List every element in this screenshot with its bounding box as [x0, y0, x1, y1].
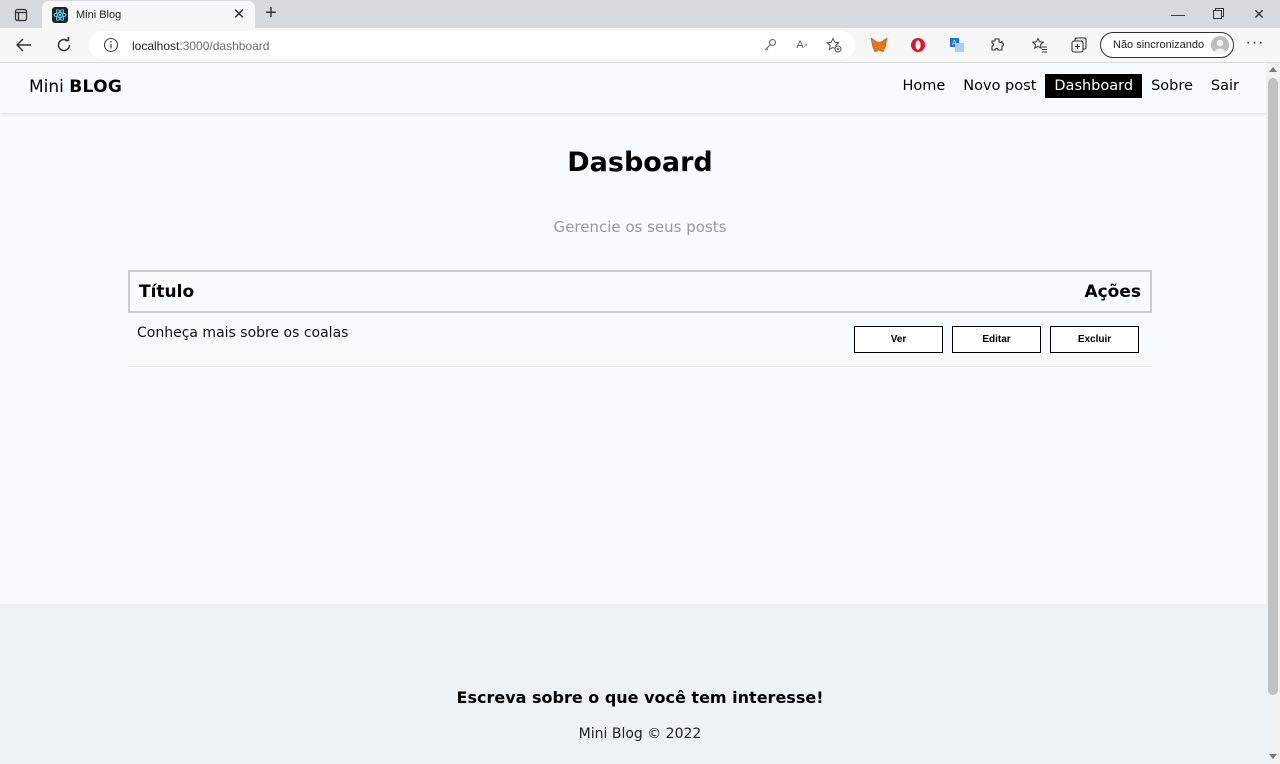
nav-home[interactable]: Home	[893, 74, 954, 98]
back-icon[interactable]	[11, 33, 37, 57]
nav-logout[interactable]: Sair	[1202, 74, 1248, 98]
refresh-icon[interactable]	[51, 33, 77, 57]
brand-bold-text: BLOG	[69, 77, 123, 97]
site-nav: Home Novo post Dashboard Sobre Sair	[893, 74, 1248, 98]
sync-status-label: Não sincronizando	[1113, 39, 1205, 51]
collections-icon[interactable]	[1070, 36, 1088, 54]
table-row: Conheça mais sobre os coalas Ver Editar …	[128, 313, 1152, 367]
restore-icon[interactable]	[1203, 3, 1233, 25]
extensions-icon[interactable]	[988, 36, 1006, 54]
profile-avatar-icon	[1211, 36, 1229, 54]
read-aloud-icon[interactable]: A»	[793, 37, 811, 53]
nav-dashboard[interactable]: Dashboard	[1045, 74, 1143, 98]
view-post-button[interactable]: Ver	[854, 326, 943, 353]
scroll-down-icon[interactable]	[1269, 754, 1277, 759]
tab-title: Mini Blog	[76, 8, 122, 21]
brand-light-text: Mini	[29, 77, 64, 97]
site-footer: Escreva sobre o que você tem interesse! …	[0, 604, 1266, 764]
opera-icon[interactable]	[909, 36, 927, 54]
edit-post-button[interactable]: Editar	[952, 326, 1041, 353]
metamask-icon[interactable]	[870, 36, 888, 54]
post-title: Conheça mais sobre os coalas	[137, 325, 349, 341]
favorites-icon[interactable]	[1031, 36, 1049, 54]
add-favorite-icon[interactable]	[825, 37, 843, 53]
column-header-actions: Ações	[1084, 282, 1141, 302]
page-viewport: Mini BLOG Home Novo post Dashboard Sobre…	[0, 63, 1266, 764]
footer-slogan: Escreva sobre o que você tem interesse!	[456, 688, 824, 707]
page-title: Dasboard	[567, 147, 713, 178]
browser-toolbar: localhost:3000/dashboard A» A Não sincro…	[0, 28, 1280, 63]
nav-about[interactable]: Sobre	[1142, 74, 1202, 98]
react-icon	[52, 6, 68, 23]
address-bar[interactable]: localhost:3000/dashboard A»	[89, 31, 855, 59]
page-scrollbar[interactable]	[1266, 63, 1280, 764]
column-header-title: Título	[139, 282, 195, 302]
key-icon[interactable]	[761, 37, 779, 53]
settings-more-icon[interactable]: ···	[1242, 33, 1268, 57]
close-tab-icon[interactable]: ✕	[231, 6, 247, 23]
svg-text:A: A	[952, 39, 957, 47]
close-window-icon[interactable]: ✕	[1244, 3, 1274, 25]
profile-sync-button[interactable]: Não sincronizando	[1100, 32, 1234, 58]
minimize-icon[interactable]: —	[1163, 3, 1193, 25]
page-subtitle: Gerencie os seus posts	[553, 218, 727, 236]
delete-post-button[interactable]: Excluir	[1050, 326, 1139, 353]
site-navbar: Mini BLOG Home Novo post Dashboard Sobre…	[0, 63, 1266, 113]
site-brand[interactable]: Mini BLOG	[29, 77, 122, 97]
posts-table-header: Título Ações	[128, 270, 1152, 313]
new-tab-icon[interactable]: +	[260, 3, 282, 25]
translate-icon[interactable]: A	[948, 36, 966, 54]
scroll-up-icon[interactable]	[1269, 67, 1277, 72]
footer-copyright: Mini Blog © 2022	[578, 726, 702, 742]
site-info-icon[interactable]	[103, 37, 119, 53]
tab-actions-icon[interactable]	[8, 5, 34, 25]
browser-tabstrip: Mini Blog ✕ + — ✕	[0, 0, 1280, 28]
scrollbar-thumb[interactable]	[1268, 78, 1278, 695]
address-url: localhost:3000/dashboard	[132, 39, 270, 53]
browser-tab[interactable]: Mini Blog ✕	[42, 1, 255, 28]
nav-new-post[interactable]: Novo post	[954, 74, 1045, 98]
